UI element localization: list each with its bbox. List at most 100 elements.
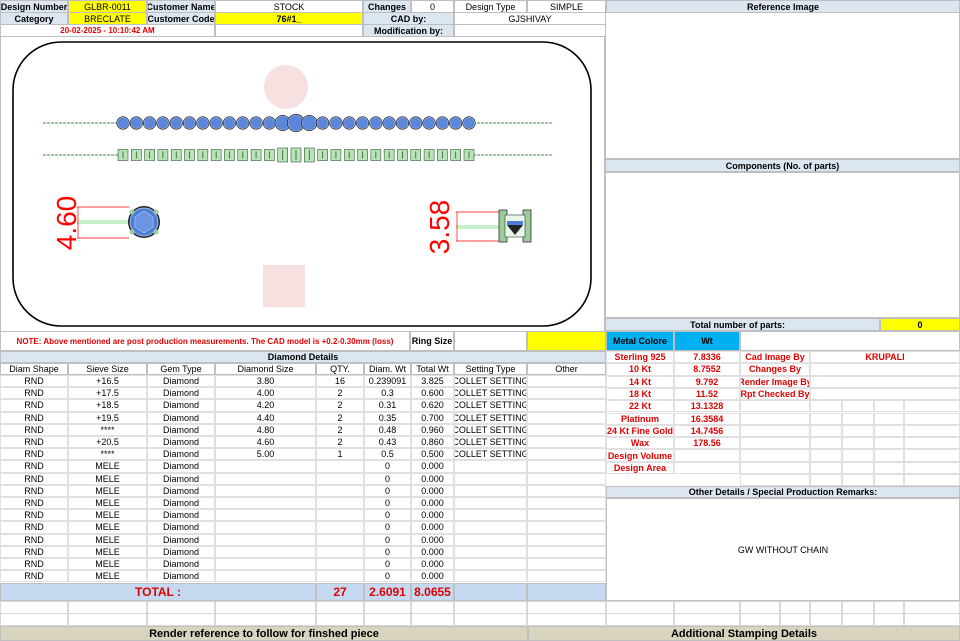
table-cell-other[interactable] [527, 436, 606, 449]
blank-cell[interactable] [740, 449, 810, 462]
table-cell-setting-type[interactable] [454, 545, 527, 558]
blank-cell[interactable] [842, 474, 874, 487]
table-cell-qty[interactable] [316, 570, 364, 583]
blank-cell[interactable] [810, 474, 842, 487]
table-cell-total-wt[interactable]: 0.860 [411, 436, 454, 449]
metal-weight[interactable]: 14.7456 [674, 424, 740, 438]
table-cell-total-wt[interactable]: 0.000 [411, 484, 454, 497]
table-cell-diamond-size[interactable] [215, 521, 316, 534]
table-cell-sieve-size[interactable]: MELE [68, 558, 147, 571]
table-cell-diam-wt[interactable]: 0.43 [364, 436, 411, 449]
table-cell-diam-wt[interactable]: 0.5 [364, 448, 411, 461]
blank-cell[interactable] [810, 424, 842, 438]
blank-cell[interactable] [904, 461, 960, 474]
table-cell-diamond-size[interactable] [215, 545, 316, 558]
blank-cell[interactable] [740, 400, 810, 413]
ring-size-value[interactable] [454, 331, 527, 351]
blank-cell[interactable] [904, 412, 960, 425]
metal-weight[interactable]: 16.3584 [674, 412, 740, 425]
modification-by-value[interactable] [454, 24, 606, 37]
table-cell-gem-type[interactable]: Diamond [147, 509, 215, 522]
table-cell-other[interactable] [527, 411, 606, 424]
table-cell-diamond-size[interactable] [215, 533, 316, 546]
table-cell-qty[interactable]: 2 [316, 436, 364, 449]
blank-cell[interactable] [147, 613, 215, 626]
table-cell-qty[interactable] [316, 460, 364, 473]
table-cell-total-wt[interactable]: 3.825 [411, 375, 454, 388]
table-cell-other[interactable] [527, 545, 606, 558]
blank-cell[interactable] [740, 424, 810, 438]
table-cell-diam-shape[interactable]: RND [0, 521, 68, 534]
metal-weight[interactable]: 13.1328 [674, 400, 740, 413]
table-cell-gem-type[interactable]: Diamond [147, 375, 215, 388]
table-cell-sieve-size[interactable]: MELE [68, 570, 147, 583]
blank-cell[interactable] [740, 412, 810, 425]
blank-cell[interactable] [874, 400, 904, 413]
table-cell-qty[interactable]: 2 [316, 411, 364, 424]
table-cell-sieve-size[interactable]: MELE [68, 460, 147, 473]
table-cell-qty[interactable] [316, 558, 364, 571]
table-cell-sieve-size[interactable]: MELE [68, 521, 147, 534]
blank-cell[interactable] [842, 437, 874, 450]
table-cell-gem-type[interactable]: Diamond [147, 423, 215, 436]
table-cell-diam-shape[interactable]: RND [0, 448, 68, 461]
table-cell-setting-type[interactable] [454, 460, 527, 473]
table-cell-diam-shape[interactable]: RND [0, 484, 68, 497]
blank-cell[interactable] [740, 437, 810, 450]
table-cell-sieve-size[interactable]: MELE [68, 545, 147, 558]
table-cell-diam-shape[interactable]: RND [0, 545, 68, 558]
table-cell-diam-wt[interactable]: 0.31 [364, 399, 411, 412]
blank-cell[interactable] [0, 613, 68, 626]
table-cell-total-wt[interactable]: 0.600 [411, 387, 454, 400]
table-cell-diam-wt[interactable]: 0 [364, 509, 411, 522]
total-parts-value[interactable]: 0 [880, 318, 960, 331]
blank-cell[interactable] [842, 461, 874, 474]
table-cell-diam-wt[interactable]: 0 [364, 472, 411, 485]
table-cell-diam-shape[interactable]: RND [0, 399, 68, 412]
blank-cell[interactable] [874, 449, 904, 462]
table-cell-diam-wt[interactable]: 0.35 [364, 411, 411, 424]
table-cell-sieve-size[interactable]: MELE [68, 497, 147, 510]
metal-weight[interactable]: 178.56 [674, 437, 740, 450]
table-cell-diam-wt[interactable]: 0 [364, 545, 411, 558]
table-cell-diamond-size[interactable]: 3.80 [215, 375, 316, 388]
table-cell-diamond-size[interactable]: 4.80 [215, 423, 316, 436]
blank-cell[interactable] [842, 400, 874, 413]
table-cell-qty[interactable] [316, 545, 364, 558]
table-cell-total-wt[interactable]: 0.000 [411, 533, 454, 546]
table-cell-other[interactable] [527, 533, 606, 546]
table-cell-other[interactable] [527, 423, 606, 436]
table-cell-diamond-size[interactable] [215, 484, 316, 497]
table-cell-setting-type[interactable] [454, 509, 527, 522]
table-cell-diam-wt[interactable]: 0.3 [364, 387, 411, 400]
table-cell-sieve-size[interactable]: **** [68, 448, 147, 461]
blank-cell[interactable] [454, 613, 527, 626]
table-cell-qty[interactable] [316, 484, 364, 497]
blank-cell[interactable] [842, 613, 874, 626]
table-cell-gem-type[interactable]: Diamond [147, 460, 215, 473]
table-cell-other[interactable] [527, 558, 606, 571]
blank-cell[interactable] [904, 449, 960, 462]
blank-cell[interactable] [780, 613, 810, 626]
blank-cell[interactable] [874, 474, 904, 487]
table-cell-diam-shape[interactable]: RND [0, 411, 68, 424]
table-cell-sieve-size[interactable]: +17.5 [68, 387, 147, 400]
table-cell-other[interactable] [527, 387, 606, 400]
table-cell-total-wt[interactable]: 0.000 [411, 545, 454, 558]
table-cell-total-wt[interactable]: 0.000 [411, 497, 454, 510]
cad-image-by-value[interactable]: KRUPALI [810, 351, 960, 364]
metal-weight[interactable]: 11.52 [674, 387, 740, 401]
blank-cell[interactable] [215, 613, 316, 626]
table-cell-setting-type[interactable]: COLLET SETTING [454, 448, 527, 461]
table-cell-qty[interactable] [316, 497, 364, 510]
table-cell-total-wt[interactable]: 0.000 [411, 509, 454, 522]
blank-cell[interactable] [810, 437, 842, 450]
table-cell-sieve-size[interactable]: MELE [68, 472, 147, 485]
table-cell-gem-type[interactable]: Diamond [147, 533, 215, 546]
table-cell-diam-shape[interactable]: RND [0, 509, 68, 522]
table-cell-sieve-size[interactable]: +18.5 [68, 399, 147, 412]
table-cell-diamond-size[interactable] [215, 509, 316, 522]
table-cell-diam-shape[interactable]: RND [0, 497, 68, 510]
blank-cell[interactable] [904, 613, 960, 626]
table-cell-gem-type[interactable]: Diamond [147, 558, 215, 571]
